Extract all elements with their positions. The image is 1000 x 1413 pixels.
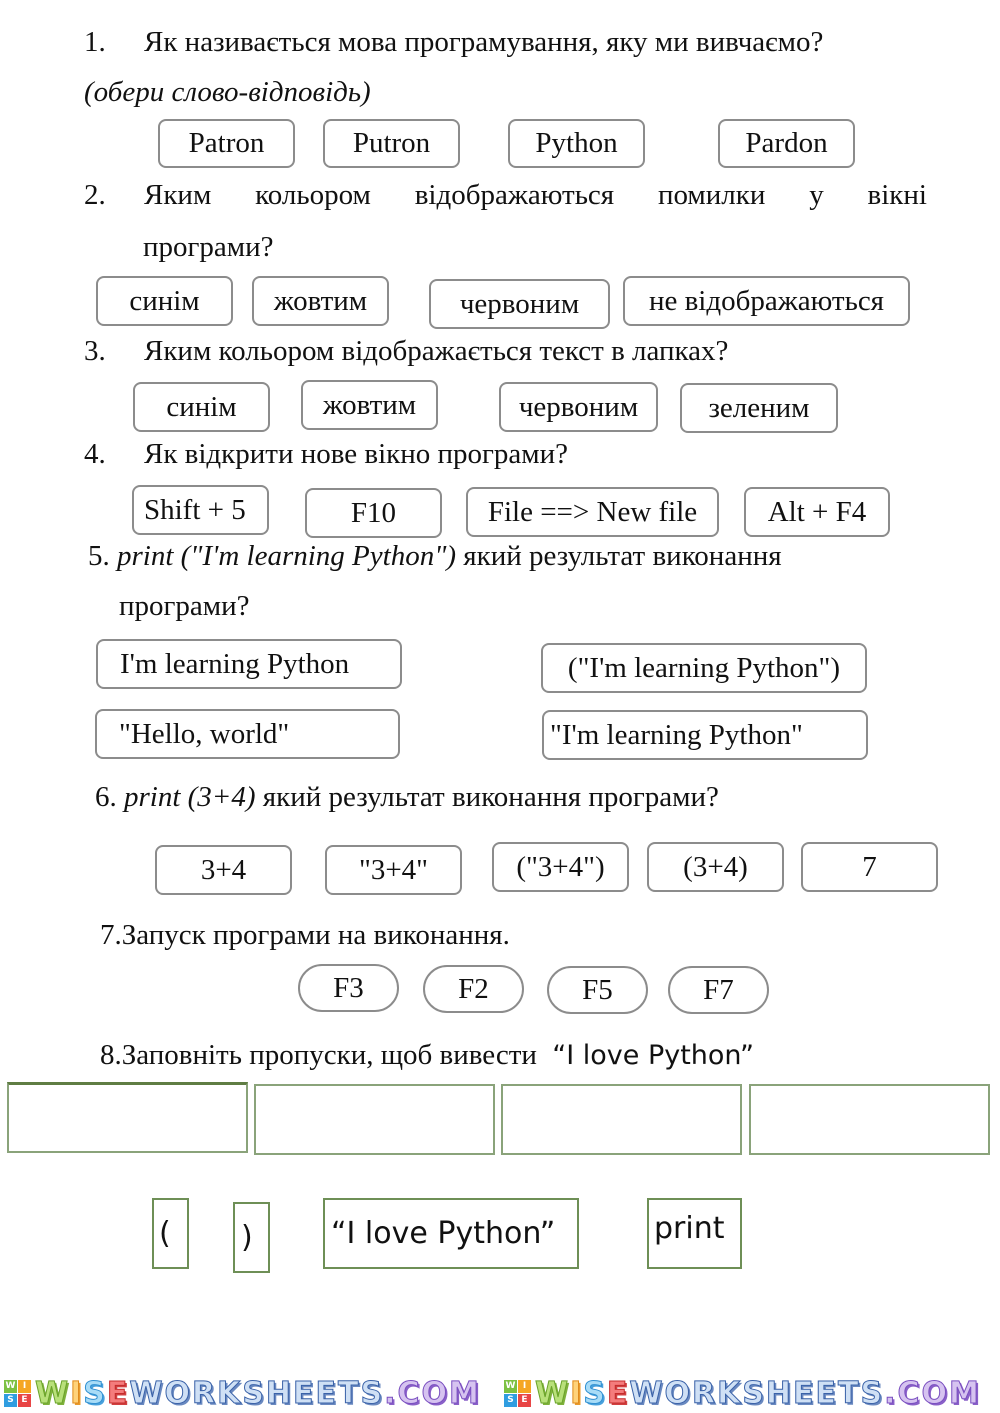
wise-logo-icon: W I S E — [504, 1379, 531, 1407]
draggable-card-open-paren[interactable]: ( — [152, 1198, 189, 1269]
answer-option[interactable]: F3 — [298, 964, 399, 1012]
question-6: 6. print (3+4) який результат виконання … — [95, 783, 719, 812]
answer-option[interactable]: F2 — [423, 965, 524, 1013]
footer-watermark: W I S E WISEWORKSHEETS.COM — [504, 1375, 981, 1411]
question-5: 5. print ("I'm learning Python") який ре… — [88, 542, 782, 571]
answer-option[interactable]: F10 — [305, 488, 442, 538]
answer-option[interactable]: "Hello, world" — [95, 709, 400, 759]
drop-slot[interactable] — [7, 1082, 248, 1153]
question-hint: (обери слово-відповідь) — [84, 76, 371, 108]
answer-option[interactable]: "I'm learning Python" — [542, 710, 868, 760]
answer-option[interactable]: зеленим — [680, 383, 838, 433]
draggable-card-close-paren[interactable]: ) — [233, 1202, 270, 1273]
question-text-continued: програми? — [119, 590, 250, 622]
answer-option[interactable]: File ==> New file — [466, 487, 719, 537]
footer-watermark: W I S E WISEWORKSHEETS.COM — [4, 1375, 481, 1411]
code-snippet: print ("I'm learning Python") — [117, 540, 457, 572]
answer-option[interactable]: Shift + 5 — [132, 485, 269, 535]
answer-option[interactable]: ("I'm learning Python") — [541, 643, 867, 693]
question-word: відображаються — [414, 179, 615, 211]
answer-option[interactable]: (3+4) — [647, 842, 784, 892]
question-number: 2. — [84, 179, 106, 211]
answer-option[interactable]: синім — [133, 382, 270, 432]
question-text: який результат виконання програми? — [255, 781, 719, 813]
question-3: 3. Яким кольором відображається текст в л… — [84, 337, 728, 366]
question-text: який результат виконання — [456, 540, 782, 572]
draggable-card-print[interactable]: print — [647, 1198, 742, 1269]
brand-text: WISEWORKSHEETS.COM — [34, 1375, 481, 1411]
question-text: Як відкрити нове вікно програми? — [144, 438, 569, 470]
answer-option[interactable]: 7 — [801, 842, 938, 892]
drop-slot[interactable] — [749, 1084, 990, 1155]
answer-option[interactable]: "3+4" — [325, 845, 462, 895]
question-text: Заповніть пропуски, щоб вивести — [121, 1039, 537, 1071]
question-text: Яким кольором відображається текст в лап… — [144, 335, 729, 367]
answer-option[interactable]: I'm learning Python — [96, 639, 402, 689]
question-word: Яким — [144, 179, 212, 211]
draggable-card-string[interactable]: “I love Python” — [323, 1198, 579, 1269]
wise-logo-icon: W I S E — [4, 1379, 31, 1407]
answer-option[interactable]: не відображаються — [623, 276, 910, 326]
question-4: 4. Як відкрити нове вікно програми? — [84, 440, 568, 469]
question-number: 6. — [95, 781, 117, 813]
question-2: 2. Яким кольором відображаються помилки … — [84, 181, 927, 210]
drop-slot[interactable] — [501, 1084, 742, 1155]
answer-option[interactable]: Python — [508, 119, 645, 168]
question-1: 1. Як називається мова програмування, яку… — [84, 28, 823, 57]
question-text-continued: програми? — [143, 231, 274, 263]
answer-option[interactable]: червоним — [499, 382, 658, 432]
question-number: 5. — [88, 540, 110, 572]
target-output: “I love Python” — [552, 1040, 755, 1071]
question-number: 4. — [84, 438, 106, 470]
question-word: кольором — [255, 179, 371, 211]
question-number: 1. — [84, 26, 106, 58]
question-7: 7.Запуск програми на виконання. — [100, 921, 510, 950]
answer-option[interactable]: ("3+4") — [492, 842, 629, 892]
answer-option[interactable]: 3+4 — [155, 845, 292, 895]
brand-text: WISEWORKSHEETS.COM — [534, 1375, 981, 1411]
question-number: 7. — [100, 919, 122, 951]
answer-option[interactable]: F7 — [668, 966, 769, 1014]
answer-option[interactable]: Patron — [158, 119, 295, 168]
question-number: 3. — [84, 335, 106, 367]
answer-option[interactable]: червоним — [429, 279, 610, 329]
question-word: помилки — [657, 179, 766, 211]
question-text: Запуск програми на виконання. — [121, 919, 510, 951]
answer-option[interactable]: Alt + F4 — [744, 487, 890, 537]
drop-slot[interactable] — [254, 1084, 495, 1155]
question-8: 8.Заповніть пропуски, щоб вивести “I lov… — [100, 1041, 754, 1070]
answer-option[interactable]: жовтим — [301, 380, 438, 430]
question-word: вікні — [867, 179, 927, 211]
question-text: Як називається мова програмування, яку м… — [144, 26, 824, 58]
code-snippet: print (3+4) — [124, 781, 256, 813]
question-word: у — [809, 179, 824, 211]
answer-option[interactable]: F5 — [547, 966, 648, 1014]
answer-option[interactable]: Putron — [323, 119, 460, 168]
question-number: 8. — [100, 1039, 122, 1071]
answer-option[interactable]: жовтим — [252, 276, 389, 326]
answer-option[interactable]: Pardon — [718, 119, 855, 168]
answer-option[interactable]: синім — [96, 276, 233, 326]
